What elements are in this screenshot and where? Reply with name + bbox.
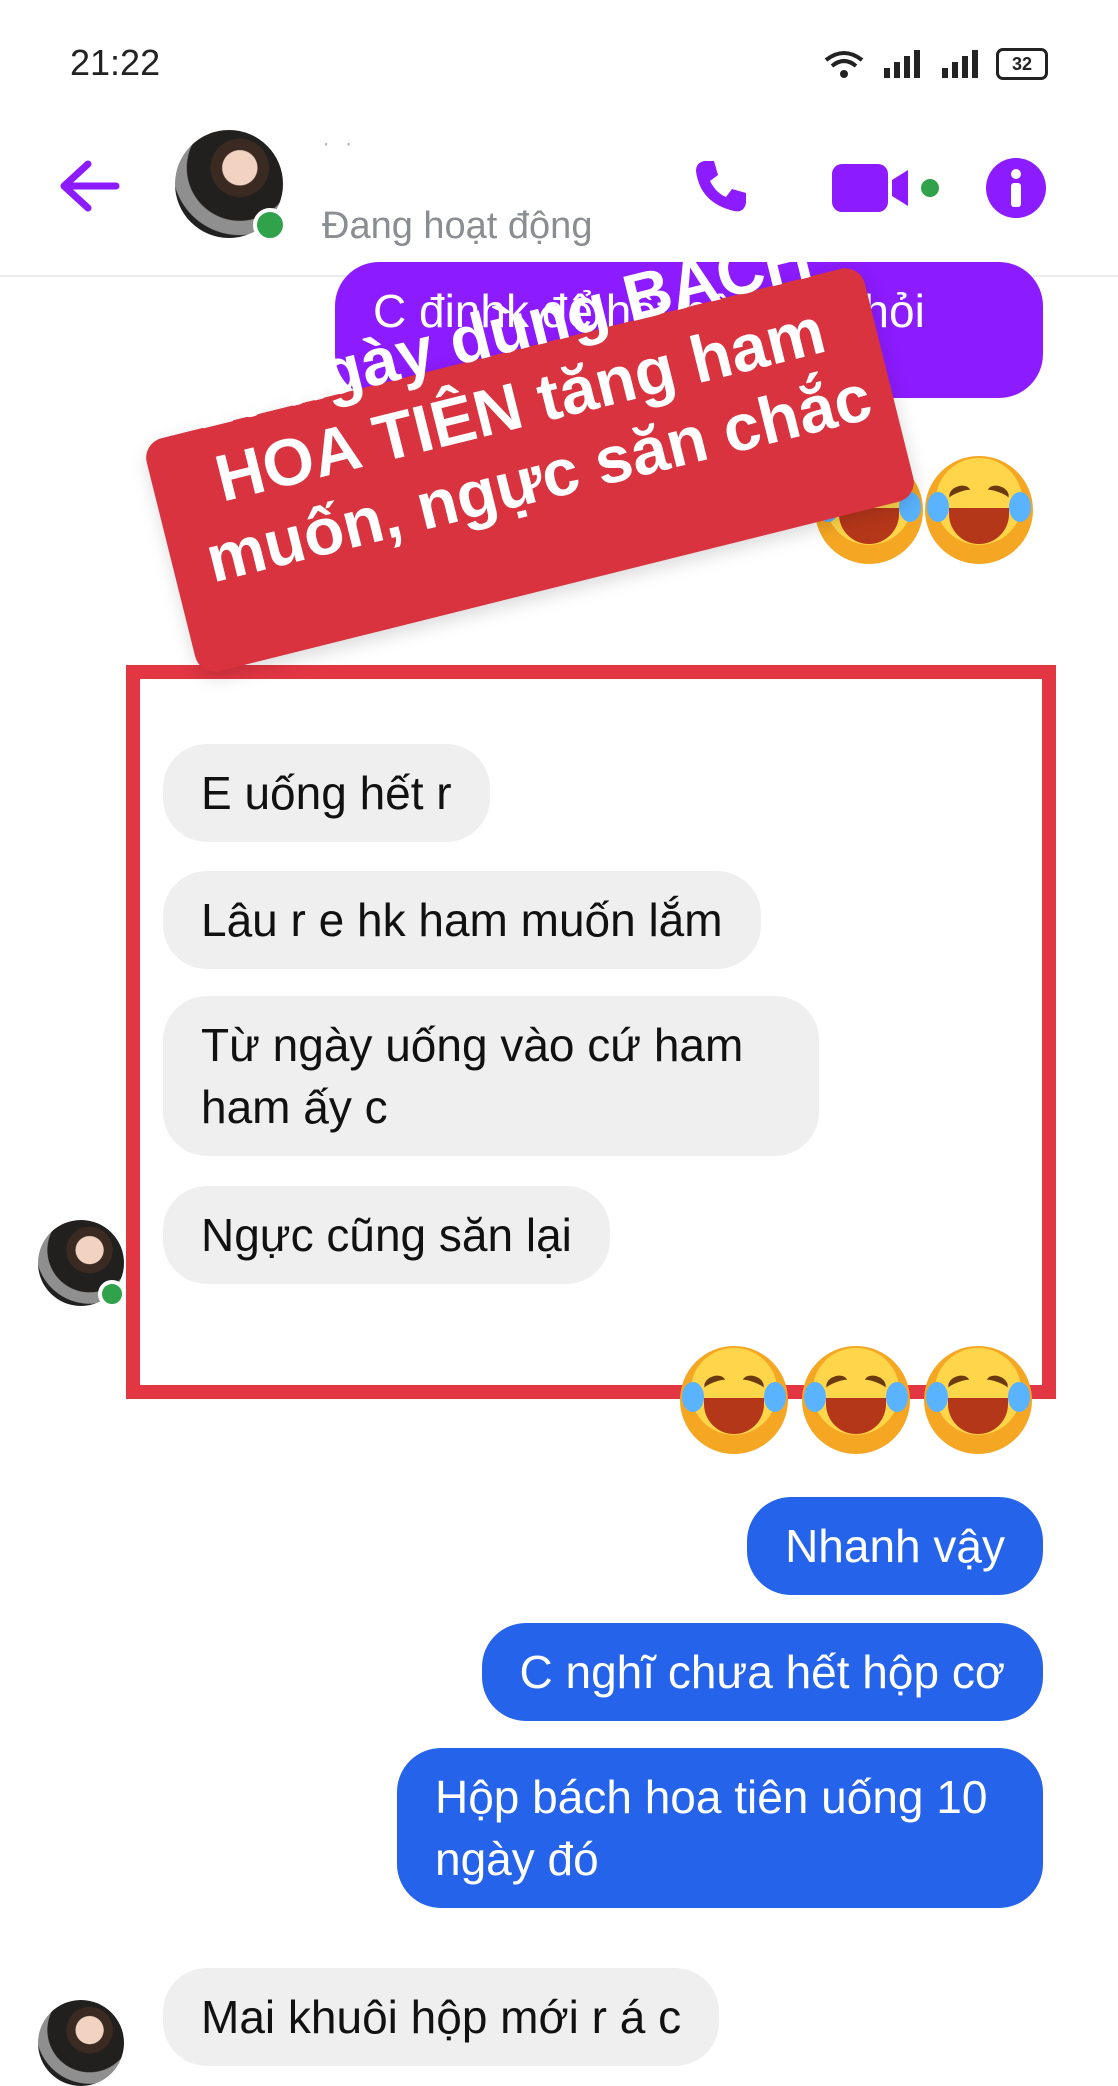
message-bubble-incoming[interactable]: Ngực cũng săn lại (163, 1186, 610, 1284)
message-bubble-outgoing[interactable]: Nhanh vậy (747, 1497, 1043, 1595)
message-bubble-outgoing[interactable]: C nghĩ chưa hết hộp cơ (481, 1623, 1043, 1721)
message-text: Nhanh vậy (785, 1520, 1005, 1572)
message-text: Từ ngày uống vào cứ ham ham ấy c (201, 1019, 744, 1133)
sender-avatar[interactable] (38, 1220, 126, 1308)
signal-icon-2 (942, 50, 978, 78)
laughing-emoji-icon (924, 1346, 1032, 1454)
chat-header (0, 120, 1118, 277)
message-text: Ngực cũng săn lại (201, 1209, 572, 1261)
message-text: Mai khuôi hộp mới r á c (201, 1991, 682, 2043)
signal-icon (884, 50, 920, 78)
wifi-icon (824, 51, 864, 78)
online-indicator (98, 1280, 126, 1308)
message-bubble-incoming[interactable]: Từ ngày uống vào cứ ham ham ấy c (163, 996, 819, 1156)
laughing-emoji-icon (925, 456, 1033, 564)
message-text: C nghĩ chưa hết hộp cơ (519, 1646, 1005, 1698)
battery-icon: 32 (996, 48, 1048, 80)
message-text: Lâu r e hk ham muốn lắm (201, 894, 723, 946)
back-arrow-icon[interactable] (58, 160, 120, 212)
status-icons: 32 (822, 48, 1048, 80)
contact-status: Đang hoạt động (322, 205, 593, 247)
message-text: Hộp bách hoa tiên uống 10 ngày đó (435, 1771, 988, 1885)
info-icon[interactable] (985, 157, 1047, 219)
message-bubble-outgoing[interactable]: Hộp bách hoa tiên uống 10 ngày đó (397, 1748, 1043, 1908)
message-bubble-incoming[interactable]: Lâu r e hk ham muốn lắm (163, 871, 761, 969)
message-bubble-incoming[interactable]: Mai khuôi hộp mới r á c (163, 1968, 720, 2066)
status-time: 21:22 (70, 42, 161, 83)
contact-avatar[interactable] (175, 130, 287, 242)
phone-icon[interactable] (690, 155, 752, 217)
message-text: E uống hết r (201, 767, 452, 819)
online-indicator (253, 208, 287, 242)
sender-avatar[interactable] (38, 2000, 124, 2086)
avatar (38, 2000, 124, 2086)
laughing-emoji-icon (802, 1346, 910, 1454)
laughing-emoji-icon (680, 1346, 788, 1454)
contact-name[interactable]: · · (322, 130, 357, 158)
message-bubble-incoming[interactable]: E uống hết r (163, 744, 490, 842)
